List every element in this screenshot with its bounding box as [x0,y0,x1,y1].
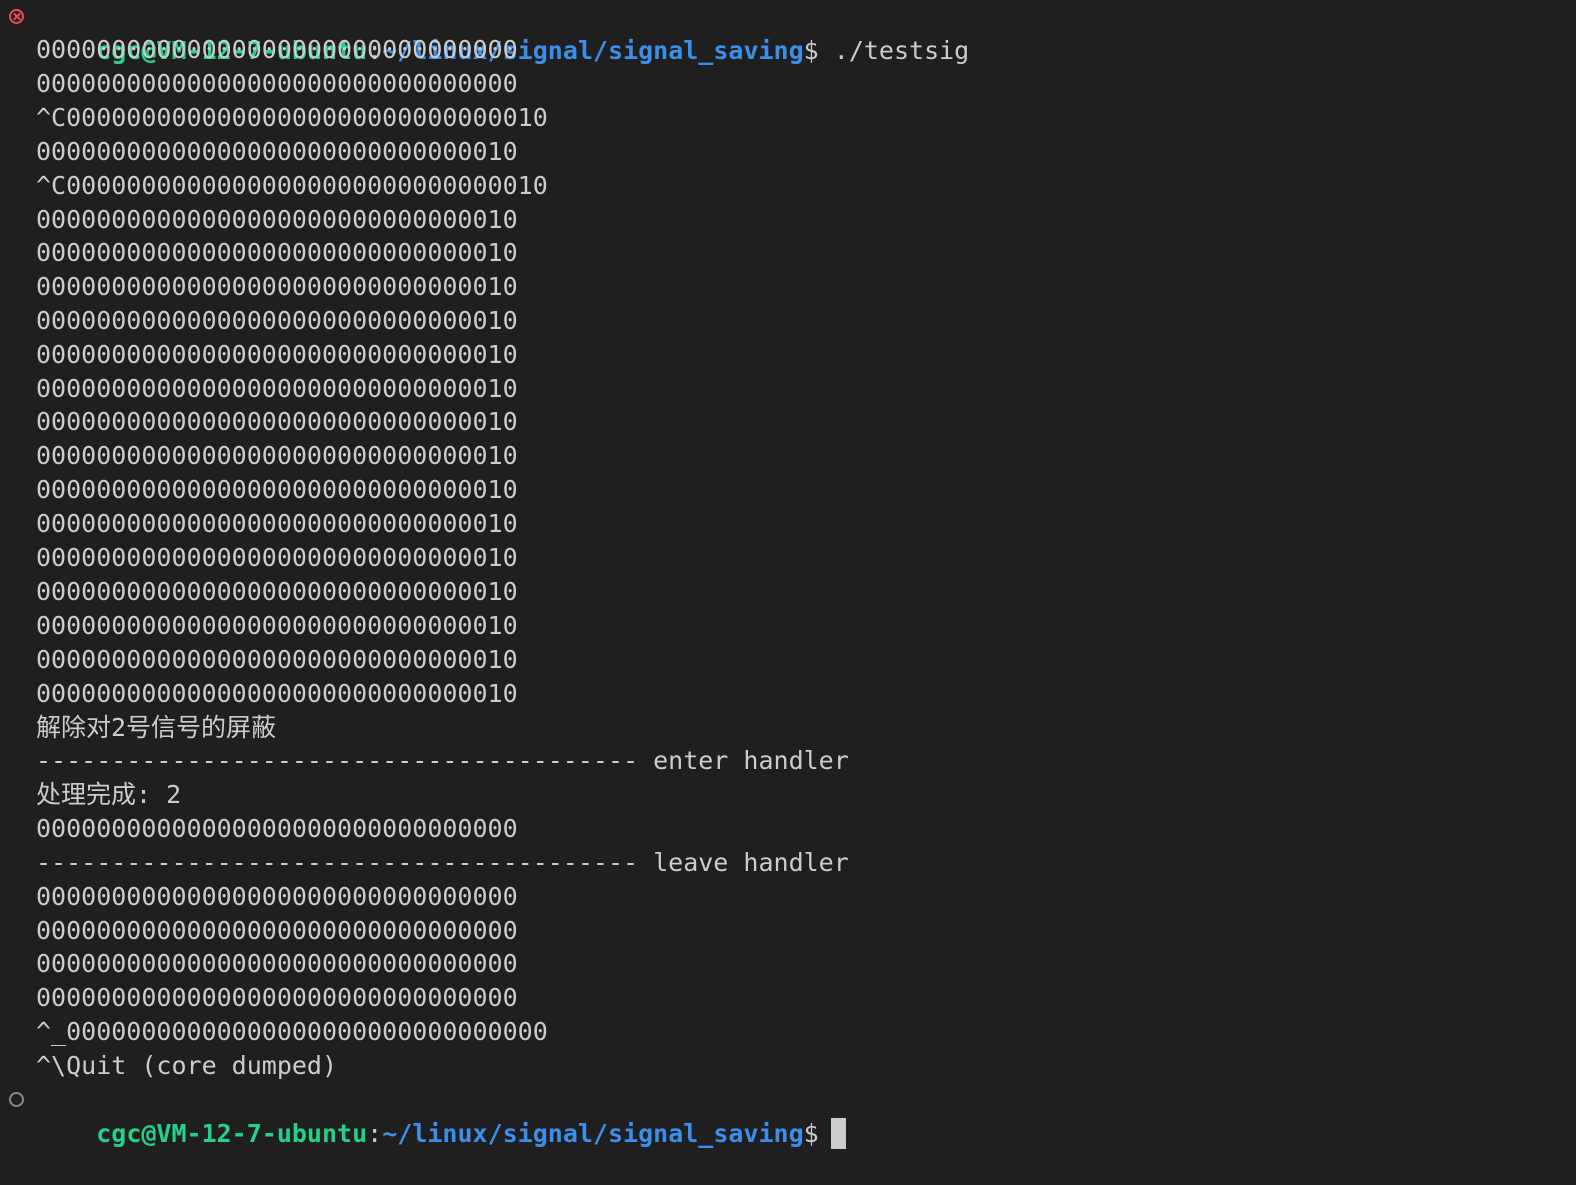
output-line: 00000000000000000000000000000010 [36,407,518,436]
output-line: 00000000000000000000000000000010 [36,475,518,504]
output-line: 00000000000000000000000000000000 [36,983,518,1012]
output-line: 00000000000000000000000000000010 [36,679,518,708]
output-line: 00000000000000000000000000000010 [36,645,518,674]
output-line: 00000000000000000000000000000010 [36,441,518,470]
output-line: 解除对2号信号的屏蔽 [36,713,277,742]
output-line: ----------------------------------------… [36,746,849,775]
output-line: ----------------------------------------… [36,848,849,877]
prompt-dollar: $ [803,1119,819,1148]
output-line: ^C00000000000000000000000000000010 [36,103,548,132]
output-line: 00000000000000000000000000000010 [36,543,518,572]
output-line: 00000000000000000000000000000010 [36,306,518,335]
output-line: ^_00000000000000000000000000000000 [36,1017,548,1046]
output-line: 00000000000000000000000000000000 [36,882,518,911]
command-error-icon[interactable] [9,9,24,24]
terminal-panel[interactable]: cgc@VM-12-7-ubuntu:~/linux/signal/signal… [0,0,1576,1149]
output-line: 00000000000000000000000000000000 [36,814,518,843]
output-line: 00000000000000000000000000000010 [36,611,518,640]
output-line: 00000000000000000000000000000010 [36,509,518,538]
output-line: 00000000000000000000000000000000 [36,916,518,945]
output-line: 00000000000000000000000000000010 [36,577,518,606]
output-line: 处理完成: 2 [36,780,182,809]
output-line: 00000000000000000000000000000010 [36,238,518,267]
prompt-path: ~/linux/signal/signal_saving [382,1119,804,1148]
command-status-icon[interactable] [9,1092,24,1107]
output-line: 00000000000000000000000000000010 [36,137,518,166]
output-line: 00000000000000000000000000000010 [36,340,518,369]
output-line: 00000000000000000000000000000000 [36,949,518,978]
prompt-user-host: cgc@VM-12-7-ubuntu [96,1119,368,1148]
prompt-command: ./testsig [818,36,970,65]
output-line: 00000000000000000000000000000000 [36,35,518,64]
final-prompt-line[interactable]: cgc@VM-12-7-ubuntu:~/linux/signal/signal… [36,1083,846,1149]
output-line: ^C00000000000000000000000000000010 [36,171,548,200]
prompt-dollar: $ [803,36,819,65]
text-cursor[interactable] [830,1117,846,1149]
output-line: 00000000000000000000000000000000 [36,69,518,98]
prompt-separator: : [367,1119,383,1148]
output-line: 00000000000000000000000000000010 [36,272,518,301]
output-line: ^\Quit (core dumped) [36,1051,338,1080]
output-line: 00000000000000000000000000000010 [36,205,518,234]
command-prompt-line: cgc@VM-12-7-ubuntu:~/linux/signal/signal… [36,0,969,65]
output-line: 00000000000000000000000000000010 [36,374,518,403]
